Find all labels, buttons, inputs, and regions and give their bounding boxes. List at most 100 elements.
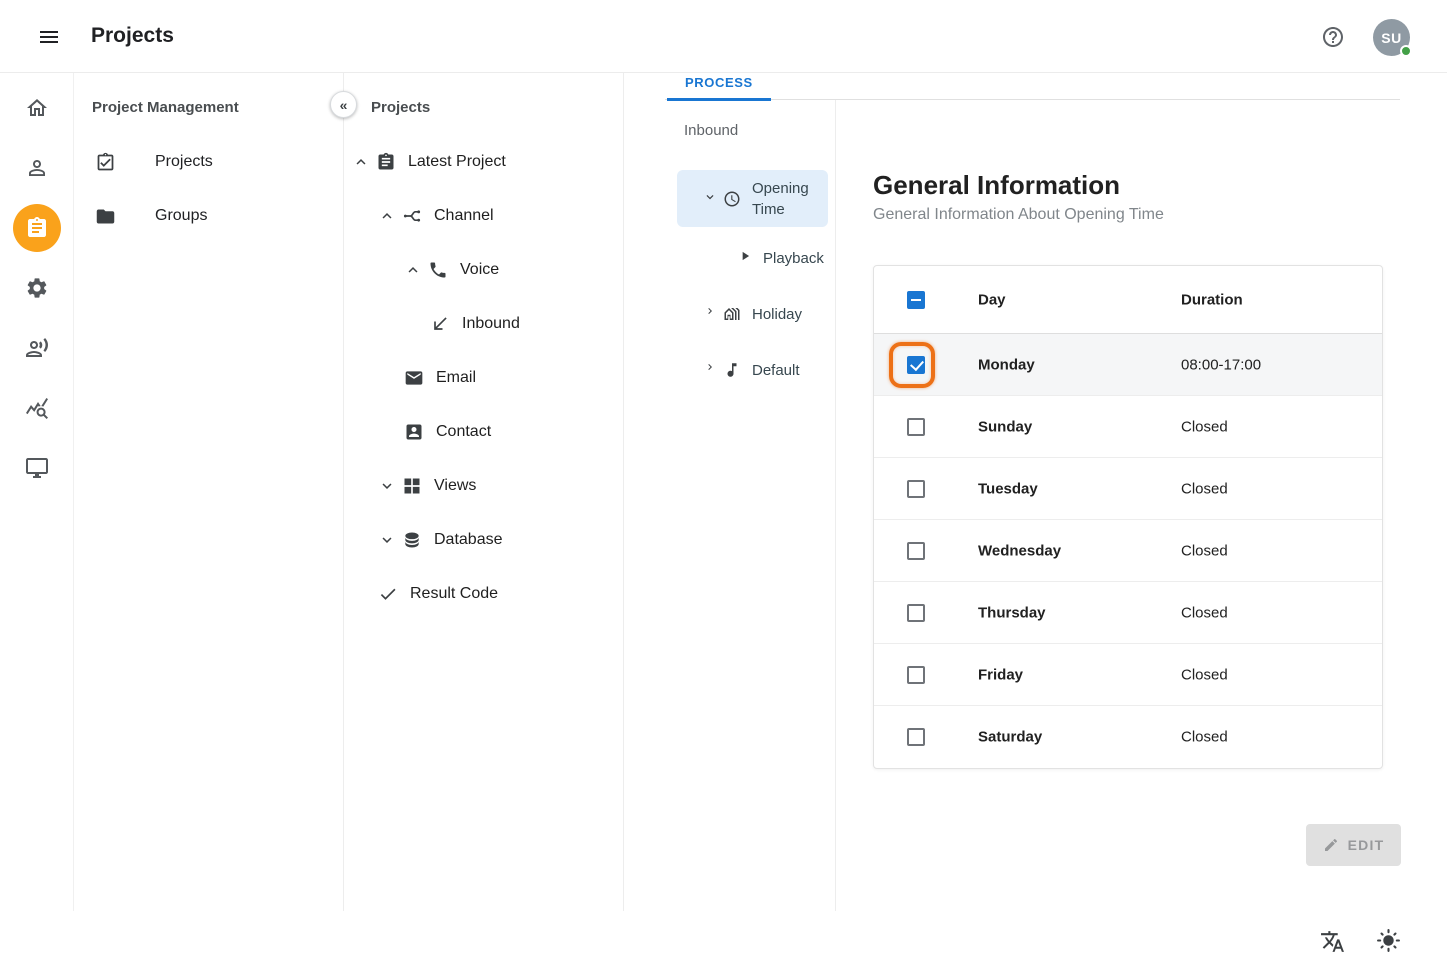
duration-cell: Closed xyxy=(1181,604,1228,621)
tree-header: Projects xyxy=(371,99,430,116)
tree-item-latest-project[interactable]: Latest Project xyxy=(344,135,623,189)
process-item-label: Holiday xyxy=(752,304,802,325)
tree-item-database[interactable]: Database xyxy=(344,513,623,567)
process-item-holiday[interactable]: Holiday xyxy=(624,286,835,342)
pencil-icon xyxy=(1323,837,1339,853)
translate-icon xyxy=(1320,929,1345,954)
rail-item-voice-agent[interactable] xyxy=(0,318,73,378)
gear-icon xyxy=(25,276,49,300)
table-row-saturday[interactable]: Saturday Closed xyxy=(874,706,1382,768)
chevron-up-icon[interactable] xyxy=(352,153,370,171)
contact-card-icon xyxy=(404,422,424,442)
duration-cell: Closed xyxy=(1181,480,1228,497)
rail-item-monitor[interactable] xyxy=(0,438,73,498)
avatar[interactable]: SU xyxy=(1373,19,1410,56)
folder-icon xyxy=(95,206,116,227)
tree-item-voice[interactable]: Voice xyxy=(344,243,623,297)
chevron-down-icon[interactable] xyxy=(703,190,717,208)
opening-time-table: Day Duration Monday 08:00-17:00 Sunday C… xyxy=(873,265,1383,769)
call-received-icon xyxy=(430,314,450,334)
chevron-down-icon[interactable] xyxy=(378,477,396,495)
day-cell: Wednesday xyxy=(978,542,1061,559)
chevron-right-icon[interactable] xyxy=(704,361,716,379)
table-row-sunday[interactable]: Sunday Closed xyxy=(874,396,1382,458)
icon-rail xyxy=(0,73,74,911)
day-cell: Friday xyxy=(978,666,1023,683)
chevron-up-icon[interactable] xyxy=(378,207,396,225)
main-content: General Information General Information … xyxy=(836,100,1447,911)
holiday-village-icon xyxy=(723,305,741,323)
tree-item-label: Voice xyxy=(460,261,499,279)
check-icon xyxy=(378,584,398,604)
row-checkbox[interactable] xyxy=(907,418,925,436)
process-item-playback[interactable]: Playback xyxy=(624,230,835,286)
edit-button[interactable]: EDIT xyxy=(1306,824,1401,866)
table-row-tuesday[interactable]: Tuesday Closed xyxy=(874,458,1382,520)
duration-cell: Closed xyxy=(1181,666,1228,683)
process-item-label: Playback xyxy=(763,248,824,269)
rail-item-projects[interactable] xyxy=(0,198,73,258)
tree-item-channel[interactable]: Channel xyxy=(344,189,623,243)
project-tree: Latest Project Channel Voice Inbound Ema… xyxy=(344,135,623,621)
tab-bar: PROCESS xyxy=(665,73,1400,100)
content-region: PROCESS Inbound Opening Time Playback Ho… xyxy=(624,73,1447,911)
help-button[interactable] xyxy=(1321,25,1345,49)
rail-item-contacts[interactable] xyxy=(0,138,73,198)
table-row-friday[interactable]: Friday Closed xyxy=(874,644,1382,706)
process-item-default[interactable]: Default xyxy=(624,342,835,398)
table-row-wednesday[interactable]: Wednesday Closed xyxy=(874,520,1382,582)
duration-cell: Closed xyxy=(1181,542,1228,559)
edit-button-label: EDIT xyxy=(1348,837,1385,853)
sidebar-header: Project Management xyxy=(92,99,239,116)
duration-cell: Closed xyxy=(1181,418,1228,435)
select-all-checkbox[interactable] xyxy=(907,291,925,309)
collapse-panel-button[interactable]: « xyxy=(330,91,357,118)
tree-item-result-code[interactable]: Result Code xyxy=(344,567,623,621)
row-checkbox[interactable] xyxy=(907,666,925,684)
row-checkbox[interactable] xyxy=(907,356,925,374)
table-row-thursday[interactable]: Thursday Closed xyxy=(874,582,1382,644)
sidebar-item-projects[interactable]: Projects xyxy=(74,135,343,189)
column-header-duration: Duration xyxy=(1181,291,1243,308)
rail-item-statistics[interactable] xyxy=(0,378,73,438)
tree-item-label: Channel xyxy=(434,207,494,225)
person-icon xyxy=(25,156,49,180)
clipboard-icon xyxy=(376,152,396,172)
tree-item-label: Inbound xyxy=(462,315,520,333)
sidebar-item-label: Groups xyxy=(155,207,207,225)
page-title: Projects xyxy=(91,24,174,48)
brightness-button[interactable] xyxy=(1376,928,1401,953)
voice-over-icon xyxy=(25,336,49,360)
rail-item-home[interactable] xyxy=(0,78,73,138)
tab-process[interactable]: PROCESS xyxy=(667,73,771,101)
tree-item-views[interactable]: Views xyxy=(344,459,623,513)
menu-button[interactable] xyxy=(37,25,61,49)
row-checkbox[interactable] xyxy=(907,480,925,498)
row-checkbox[interactable] xyxy=(907,604,925,622)
tree-item-email[interactable]: Email xyxy=(344,351,623,405)
sidebar-item-groups[interactable]: Groups xyxy=(74,189,343,243)
chevron-up-icon[interactable] xyxy=(404,261,422,279)
translate-button[interactable] xyxy=(1320,929,1345,954)
chevron-right-icon[interactable] xyxy=(704,305,716,323)
tree-item-contact[interactable]: Contact xyxy=(344,405,623,459)
hamburger-icon xyxy=(37,25,61,49)
row-checkbox[interactable] xyxy=(907,728,925,746)
table-row-monday[interactable]: Monday 08:00-17:00 xyxy=(874,334,1382,396)
row-checkbox[interactable] xyxy=(907,542,925,560)
tree-item-inbound[interactable]: Inbound xyxy=(344,297,623,351)
sidebar-panel: Project Management Projects Groups xyxy=(74,73,344,911)
clock-icon xyxy=(723,190,741,208)
process-item-opening-time[interactable]: Opening Time xyxy=(677,170,828,227)
duration-cell: 08:00-17:00 xyxy=(1181,356,1261,373)
tree-panel: « Projects Latest Project Channel Voice … xyxy=(344,73,624,911)
duration-cell: Closed xyxy=(1181,729,1228,746)
tree-item-label: Database xyxy=(434,531,503,549)
topbar: Projects SU xyxy=(0,0,1447,73)
database-icon xyxy=(402,530,422,550)
tree-item-label: Views xyxy=(434,477,476,495)
chevron-down-icon[interactable] xyxy=(378,531,396,549)
section-subtitle: General Information About Opening Time xyxy=(873,206,1164,224)
process-item-label: Default xyxy=(752,360,800,381)
rail-item-settings[interactable] xyxy=(0,258,73,318)
